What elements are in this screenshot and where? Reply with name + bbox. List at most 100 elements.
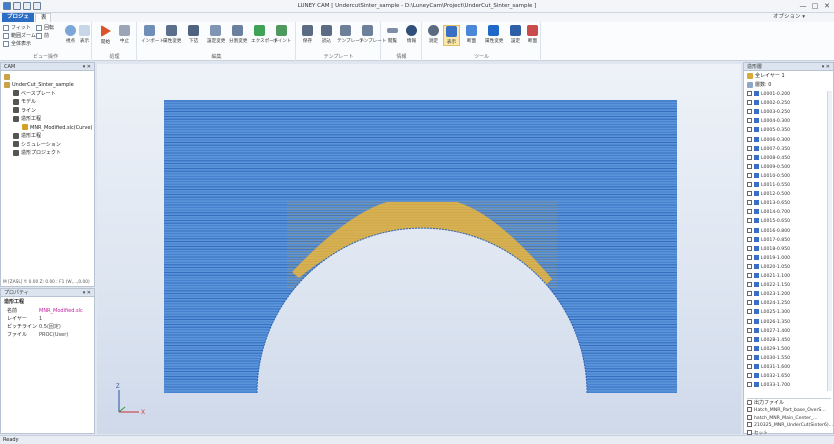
- checkbox-icon[interactable]: [747, 336, 752, 342]
- checkbox-icon[interactable]: [747, 282, 752, 288]
- layer-scrollbar[interactable]: [827, 91, 832, 391]
- layer-item[interactable]: L0028-1.450: [747, 336, 790, 344]
- show-toggle-button[interactable]: 表示: [443, 25, 460, 46]
- layer-item[interactable]: L0026-1.350: [747, 318, 790, 326]
- checkbox-icon[interactable]: [747, 364, 752, 369]
- checkbox-icon[interactable]: [747, 227, 752, 233]
- setting-button[interactable]: 設定: [507, 25, 524, 44]
- front-view-button[interactable]: 前: [36, 32, 49, 39]
- pin-icon[interactable]: ▾ ✕: [822, 63, 830, 71]
- checkbox-icon[interactable]: [747, 382, 752, 388]
- tree-item[interactable]: シミュレーション: [13, 141, 61, 149]
- section2-button[interactable]: 断面: [524, 25, 541, 44]
- checkbox-icon[interactable]: [747, 422, 752, 427]
- tree-item[interactable]: MNR_Modified.slc(Curve): [22, 124, 92, 132]
- template-button-1[interactable]: テンプレート: [337, 25, 364, 44]
- tab-display[interactable]: 表示: [35, 13, 51, 30]
- layer-filter[interactable]: 全レイヤー 1: [747, 72, 785, 80]
- checkbox-icon[interactable]: [747, 300, 752, 306]
- export-button[interactable]: エクスポート: [251, 25, 278, 44]
- fit-button[interactable]: フィット: [3, 24, 31, 31]
- point-button[interactable]: ポイント: [273, 25, 291, 44]
- layer-item[interactable]: L0019-1.000: [747, 254, 790, 262]
- checkbox-icon[interactable]: [747, 429, 752, 435]
- toolpath-scene[interactable]: Z X: [97, 64, 741, 434]
- checkbox-icon[interactable]: [747, 163, 752, 169]
- import-button[interactable]: インポート: [141, 25, 164, 44]
- checkbox-icon[interactable]: [747, 200, 752, 206]
- layer-item[interactable]: L0029-1.500: [747, 345, 790, 353]
- property-value[interactable]: 1: [39, 315, 42, 323]
- minimize-button[interactable]: —: [798, 2, 808, 10]
- template-button-2[interactable]: テンプレート: [359, 25, 386, 44]
- layer-item[interactable]: L0016-0.800: [747, 227, 790, 235]
- section-button[interactable]: 断面: [463, 25, 480, 44]
- checkbox-icon[interactable]: [747, 154, 752, 160]
- zoom-area-button[interactable]: 範囲ズーム: [3, 32, 36, 39]
- split-button[interactable]: 分割変更: [229, 25, 247, 44]
- checkbox-icon[interactable]: [747, 354, 752, 360]
- checkbox-icon[interactable]: [747, 109, 752, 115]
- down-button[interactable]: 下詰: [185, 25, 202, 44]
- close-button[interactable]: ✕: [822, 2, 832, 10]
- checkbox-icon[interactable]: [747, 254, 752, 260]
- checkbox-icon[interactable]: [747, 263, 752, 269]
- browse-button[interactable]: 閲覧: [384, 25, 401, 44]
- checkbox-icon[interactable]: [747, 407, 752, 412]
- tree-item[interactable]: 造形工程: [13, 115, 41, 123]
- 3d-viewport[interactable]: Z X: [97, 64, 741, 434]
- cam-toolbar-icon[interactable]: [4, 73, 12, 80]
- checkbox-icon[interactable]: [747, 273, 752, 278]
- checkbox-icon[interactable]: [747, 209, 752, 215]
- tree-item[interactable]: 造形工程: [13, 132, 41, 140]
- layer-item[interactable]: L0032-1.650: [747, 373, 790, 380]
- checkbox-icon[interactable]: [747, 327, 752, 333]
- layer-item[interactable]: L0007-0.350: [747, 145, 790, 153]
- layer-item[interactable]: L0002-0.250: [747, 100, 790, 107]
- checkbox-icon[interactable]: [747, 245, 752, 251]
- tree-item[interactable]: ライン: [13, 107, 36, 115]
- tree-item[interactable]: 造形プロジェクト: [13, 149, 61, 157]
- layer-item[interactable]: L0015-0.650: [747, 218, 790, 225]
- checkbox-icon[interactable]: [747, 182, 752, 187]
- checkbox-icon[interactable]: [747, 414, 752, 420]
- layer-item[interactable]: L0009-0.500: [747, 163, 790, 171]
- checkbox-icon[interactable]: [747, 100, 752, 106]
- layer-item[interactable]: L0003-0.250: [747, 109, 790, 116]
- layer-item[interactable]: L0001-0.200: [747, 91, 790, 98]
- property-value[interactable]: PROC(User): [39, 331, 68, 339]
- layer-item[interactable]: L0010-0.500: [747, 172, 790, 180]
- checkbox-icon[interactable]: [747, 373, 752, 379]
- display-button[interactable]: 表示: [78, 25, 91, 44]
- checkbox-icon[interactable]: [747, 172, 752, 178]
- attr-change-button[interactable]: 属性変更: [485, 25, 503, 44]
- tree-item[interactable]: ベースプレート: [13, 90, 56, 98]
- tree-item[interactable]: モデル: [13, 98, 36, 106]
- checkbox-icon[interactable]: [747, 118, 752, 124]
- start-button[interactable]: 開始: [97, 25, 114, 45]
- attribute-button[interactable]: 属性変更: [163, 25, 181, 44]
- output-file-item[interactable]: Hatch_MNR_Part_base_OverS...: [747, 407, 826, 414]
- layer-item[interactable]: L0004-0.300: [747, 118, 790, 125]
- layer-item[interactable]: L0017-0.850: [747, 236, 790, 244]
- tree-item[interactable]: UnderCut_Sinter_sample: [4, 81, 74, 89]
- layer-item[interactable]: L0020-1.050: [747, 263, 790, 271]
- info-button[interactable]: 情報: [403, 25, 420, 44]
- layer-item[interactable]: L0006-0.300: [747, 136, 790, 144]
- layer-item[interactable]: L0005-0.350: [747, 127, 790, 134]
- checkbox-icon[interactable]: [747, 236, 752, 242]
- show-all-button[interactable]: 全体表示: [3, 40, 31, 47]
- measure-button[interactable]: 測定: [425, 25, 442, 44]
- checkbox-icon[interactable]: [747, 309, 752, 315]
- output-file-item[interactable]: hatch_MNR_Main_Center_...: [747, 414, 818, 422]
- layer-item[interactable]: L0025-1.300: [747, 309, 790, 316]
- options-menu[interactable]: オプション ▾: [768, 13, 810, 22]
- save-template-button[interactable]: 保存: [299, 25, 316, 44]
- pin-icon[interactable]: ▾ ✕: [83, 63, 91, 71]
- output-file-item[interactable]: 210325_MNR_UnderCut(Sinter6)...: [747, 422, 833, 429]
- layer-item[interactable]: L0031-1.600: [747, 364, 790, 371]
- checkbox-icon[interactable]: [747, 318, 752, 324]
- checkbox-icon[interactable]: [747, 191, 752, 197]
- checkbox-icon[interactable]: [747, 400, 752, 405]
- layer-item[interactable]: L0008-0.450: [747, 154, 790, 162]
